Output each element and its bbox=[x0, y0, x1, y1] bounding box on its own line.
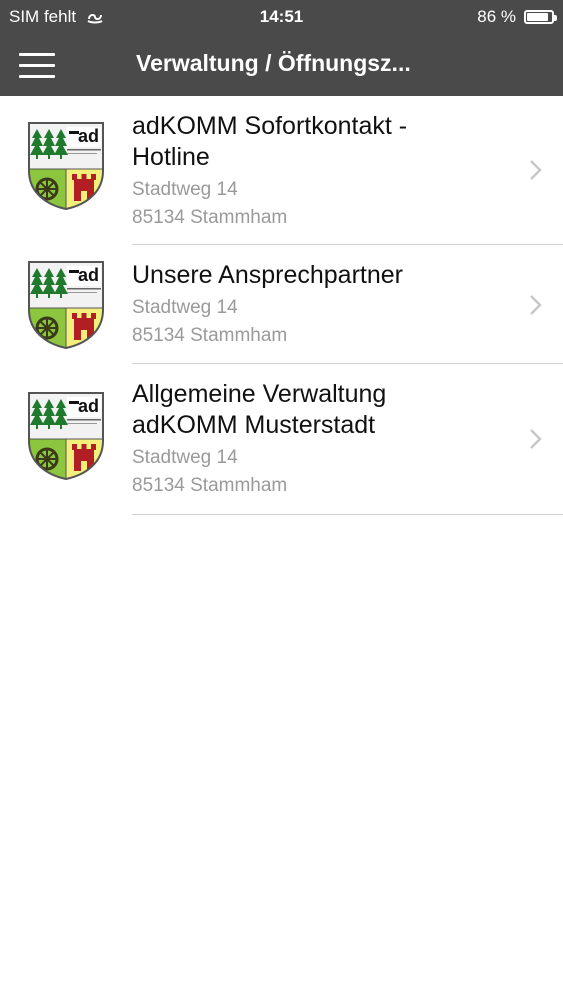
battery-fill bbox=[527, 13, 548, 21]
svg-text:ad: ad bbox=[78, 126, 99, 146]
coat-of-arms-icon: ad bbox=[28, 261, 104, 350]
status-bar: SIM fehlt 14:51 86 % bbox=[0, 0, 563, 34]
menu-button[interactable] bbox=[19, 53, 55, 79]
svg-text:ad: ad bbox=[78, 396, 99, 416]
item-street: Stadtweg 14 bbox=[132, 179, 238, 200]
item-texts: adKOMM Sofortkontakt - Hotline Stadtweg … bbox=[132, 111, 513, 232]
svg-text:ad: ad bbox=[78, 265, 99, 285]
battery-icon bbox=[524, 10, 557, 24]
list-item[interactable]: ad Unsere Ansprechpartner Stadtweg 14 85… bbox=[0, 245, 563, 364]
item-title: adKOMM Sofortkontakt - bbox=[132, 112, 408, 140]
item-city: 85134 Stammham bbox=[132, 207, 288, 228]
item-texts: Unsere Ansprechpartner Stadtweg 14 85134… bbox=[132, 260, 513, 350]
page-title: Verwaltung / Öffnungsz... bbox=[136, 50, 411, 76]
item-city: 85134 Stammham bbox=[132, 325, 288, 346]
battery-nub bbox=[554, 15, 557, 21]
item-title: Hotline bbox=[132, 143, 210, 171]
list-item[interactable]: ad Allgemeine Verwaltung adKOMM Musterst… bbox=[0, 364, 563, 515]
item-texts: Allgemeine Verwaltung adKOMM Musterstadt… bbox=[132, 379, 513, 500]
coat-of-arms-icon: ad bbox=[28, 122, 104, 211]
battery-percent: 86 % bbox=[477, 7, 516, 26]
status-right: 86 % bbox=[477, 7, 557, 27]
coat-of-arms-icon: ad bbox=[28, 392, 104, 481]
chevron-right-icon bbox=[530, 160, 542, 180]
list-item[interactable]: ad adKOMM Sofortkontakt - Hotline Stadtw… bbox=[0, 96, 563, 245]
hamburger-line bbox=[19, 75, 55, 78]
item-title: adKOMM Musterstadt bbox=[132, 411, 376, 439]
hamburger-line bbox=[19, 64, 55, 67]
divider bbox=[132, 514, 563, 515]
item-street: Stadtweg 14 bbox=[132, 447, 238, 468]
item-city: 85134 Stammham bbox=[132, 475, 288, 496]
nav-bar: Verwaltung / Öffnungsz... bbox=[0, 34, 563, 96]
top-bar: SIM fehlt 14:51 86 % Verwaltung / Öffnun… bbox=[0, 0, 563, 96]
hamburger-line bbox=[19, 53, 55, 56]
chevron-right-icon bbox=[530, 429, 542, 449]
chevron-right-icon bbox=[530, 295, 542, 315]
item-title: Allgemeine Verwaltung bbox=[132, 380, 387, 408]
contact-list: ad adKOMM Sofortkontakt - Hotline Stadtw… bbox=[0, 96, 563, 515]
item-street: Stadtweg 14 bbox=[132, 297, 238, 318]
item-title: Unsere Ansprechpartner bbox=[132, 261, 403, 289]
